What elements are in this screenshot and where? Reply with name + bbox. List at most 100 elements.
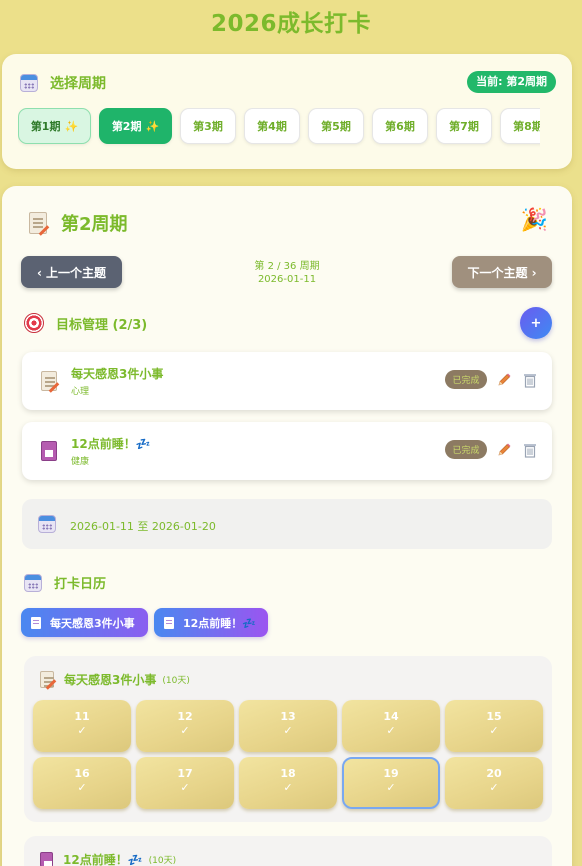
goal-card[interactable]: 12点前睡！💤 健康 已完成 xyxy=(22,422,552,480)
add-goal-button[interactable]: + xyxy=(520,307,552,339)
calendar-day-count: (10天) xyxy=(148,856,177,866)
goal-filter-label: 12点前睡！💤 xyxy=(183,616,257,630)
period-chip-7[interactable]: 第7期 xyxy=(436,108,492,144)
day-number: 17 xyxy=(177,767,193,780)
check-icon: ✓ xyxy=(180,781,190,794)
calendar-day[interactable]: 11 ✓ xyxy=(33,700,131,752)
calendar-section-title: 每天感恩3件小事 (10天) xyxy=(40,671,190,688)
day-number: 12 xyxy=(177,710,193,723)
calendar-day[interactable]: 18 ✓ xyxy=(239,757,337,809)
date-range-box: 2026-01-11 至 2026-01-20 xyxy=(22,499,552,549)
calendar-day-today[interactable]: 19 ✓ xyxy=(342,757,440,809)
calendar-day[interactable]: 13 ✓ xyxy=(239,700,337,752)
period-chip-label: 第1期 xyxy=(30,120,61,133)
period-chip-label: 第3期 xyxy=(193,120,223,133)
period-chip-label: 第4期 xyxy=(257,120,287,133)
check-icon: ✓ xyxy=(77,781,87,794)
goals-heading: 目标管理 (2/3) xyxy=(56,317,148,333)
period-selector-title: 选择周期 xyxy=(50,76,106,92)
calendar-day-count: (10天) xyxy=(162,676,190,686)
period-chip-6[interactable]: 第6期 xyxy=(372,108,428,144)
period-detail-header: 第2周期 xyxy=(29,210,128,236)
day-number: 19 xyxy=(383,767,399,780)
calendar-day[interactable]: 12 ✓ xyxy=(136,700,234,752)
trash-icon[interactable] xyxy=(523,442,537,458)
goal-name: 每天感恩3件小事 xyxy=(71,367,164,381)
goal-filter-chip[interactable]: 12点前睡！💤 xyxy=(154,608,268,637)
memo-icon xyxy=(40,671,54,688)
calendar-day[interactable]: 14 ✓ xyxy=(342,700,440,752)
calendar-day[interactable]: 15 ✓ xyxy=(445,700,543,752)
period-list: 第1期 ✨ 第2期 ✨ 第3期 第4期 第5期 第6期 第7期 第8期 xyxy=(18,108,540,148)
check-icon: ✓ xyxy=(283,724,293,737)
period-detail-card: 第2周期 🎉 ‹ 上一个主题 第 2 / 36 周期 2026-01-11 下一… xyxy=(2,186,572,866)
calendar-section: 每天感恩3件小事 (10天) 11 ✓ 12 ✓ 13 ✓ 14 ✓ 15 ✓ 16 ✓ 1… xyxy=(24,656,552,822)
goal-category: 心理 xyxy=(71,387,90,397)
day-number: 18 xyxy=(280,767,296,780)
status-badge: 已完成 xyxy=(445,440,487,459)
memo-icon xyxy=(31,616,41,629)
check-icon: ✓ xyxy=(386,724,396,737)
day-number: 20 xyxy=(486,767,502,780)
goal-category: 健康 xyxy=(71,457,90,467)
day-number: 15 xyxy=(486,710,502,723)
floppy-icon xyxy=(41,441,57,461)
memo-icon xyxy=(29,212,47,234)
goal-filter-chip[interactable]: 每天感恩3件小事 xyxy=(21,608,148,637)
calendar-day[interactable]: 16 ✓ xyxy=(33,757,131,809)
calendar-icon xyxy=(24,573,42,592)
checkin-calendar-header: 打卡日历 xyxy=(24,573,106,592)
period-chip-label: 第5期 xyxy=(321,120,351,133)
date-range-text: 2026-01-11 至 2026-01-20 xyxy=(70,520,216,533)
target-icon xyxy=(24,313,44,333)
status-badge: 已完成 xyxy=(445,370,487,389)
period-chip-2[interactable]: 第2期 ✨ xyxy=(99,108,172,144)
goal-card[interactable]: 每天感恩3件小事 心理 已完成 xyxy=(22,352,552,410)
calendar-icon xyxy=(38,515,56,533)
calendar-goal-name: 12点前睡！💤 xyxy=(63,853,143,866)
current-period-badge: 当前: 第2周期 xyxy=(467,71,556,93)
period-chip-label: 第7期 xyxy=(449,120,479,133)
goals-header: 目标管理 (2/3) xyxy=(24,313,147,333)
floppy-icon xyxy=(164,616,174,629)
period-chip-5[interactable]: 第5期 xyxy=(308,108,364,144)
period-selector-card: 选择周期 当前: 第2周期 第1期 ✨ 第2期 ✨ 第3期 第4期 第5期 第6期 … xyxy=(2,54,572,169)
period-chip-8[interactable]: 第8期 xyxy=(500,108,540,144)
calendar-icon xyxy=(20,74,38,92)
day-number: 16 xyxy=(74,767,90,780)
check-icon: ✓ xyxy=(386,781,396,794)
check-icon: ✓ xyxy=(283,781,293,794)
party-popper-icon: 🎉 xyxy=(520,208,548,233)
calendar-day[interactable]: 17 ✓ xyxy=(136,757,234,809)
goal-filter-label: 每天感恩3件小事 xyxy=(50,616,135,630)
calendar-day[interactable]: 20 ✓ xyxy=(445,757,543,809)
app-title: 2026成长打卡 xyxy=(210,11,371,37)
check-icon: ✓ xyxy=(489,724,499,737)
pencil-icon[interactable] xyxy=(496,372,512,388)
next-theme-button[interactable]: 下一个主题 › xyxy=(452,256,552,288)
period-chip-label: 第2期 xyxy=(111,120,142,133)
period-chip-label: 第8期 xyxy=(513,120,540,133)
check-icon: ✓ xyxy=(180,724,190,737)
check-icon: ✓ xyxy=(77,724,87,737)
day-number: 14 xyxy=(383,710,399,723)
period-chip-3[interactable]: 第3期 xyxy=(180,108,236,144)
period-chip-4[interactable]: 第4期 xyxy=(244,108,300,144)
period-detail-title: 第2周期 xyxy=(61,214,128,235)
period-selector-header: 选择周期 xyxy=(20,73,106,93)
period-chip-1[interactable]: 第1期 ✨ xyxy=(18,108,91,144)
memo-icon xyxy=(41,371,57,391)
floppy-icon xyxy=(40,852,53,866)
trash-icon[interactable] xyxy=(523,372,537,388)
checkin-calendar-heading: 打卡日历 xyxy=(54,577,107,592)
calendar-days-grid: 11 ✓ 12 ✓ 13 ✓ 14 ✓ 15 ✓ 16 ✓ 17 ✓ 18 ✓ 19 ✓ 20 ✓ xyxy=(33,700,543,809)
sparkle-icon: ✨ xyxy=(64,119,79,133)
calendar-section-title: 12点前睡！💤 (10天) xyxy=(40,851,176,866)
pencil-icon[interactable] xyxy=(496,442,512,458)
day-number: 11 xyxy=(74,710,90,723)
calendar-section: 12点前睡！💤 (10天) xyxy=(24,836,552,866)
day-number: 13 xyxy=(280,710,296,723)
calendar-goal-name: 每天感恩3件小事 xyxy=(64,673,157,687)
sparkle-icon: ✨ xyxy=(145,119,160,133)
goal-name: 12点前睡！💤 xyxy=(71,437,151,451)
